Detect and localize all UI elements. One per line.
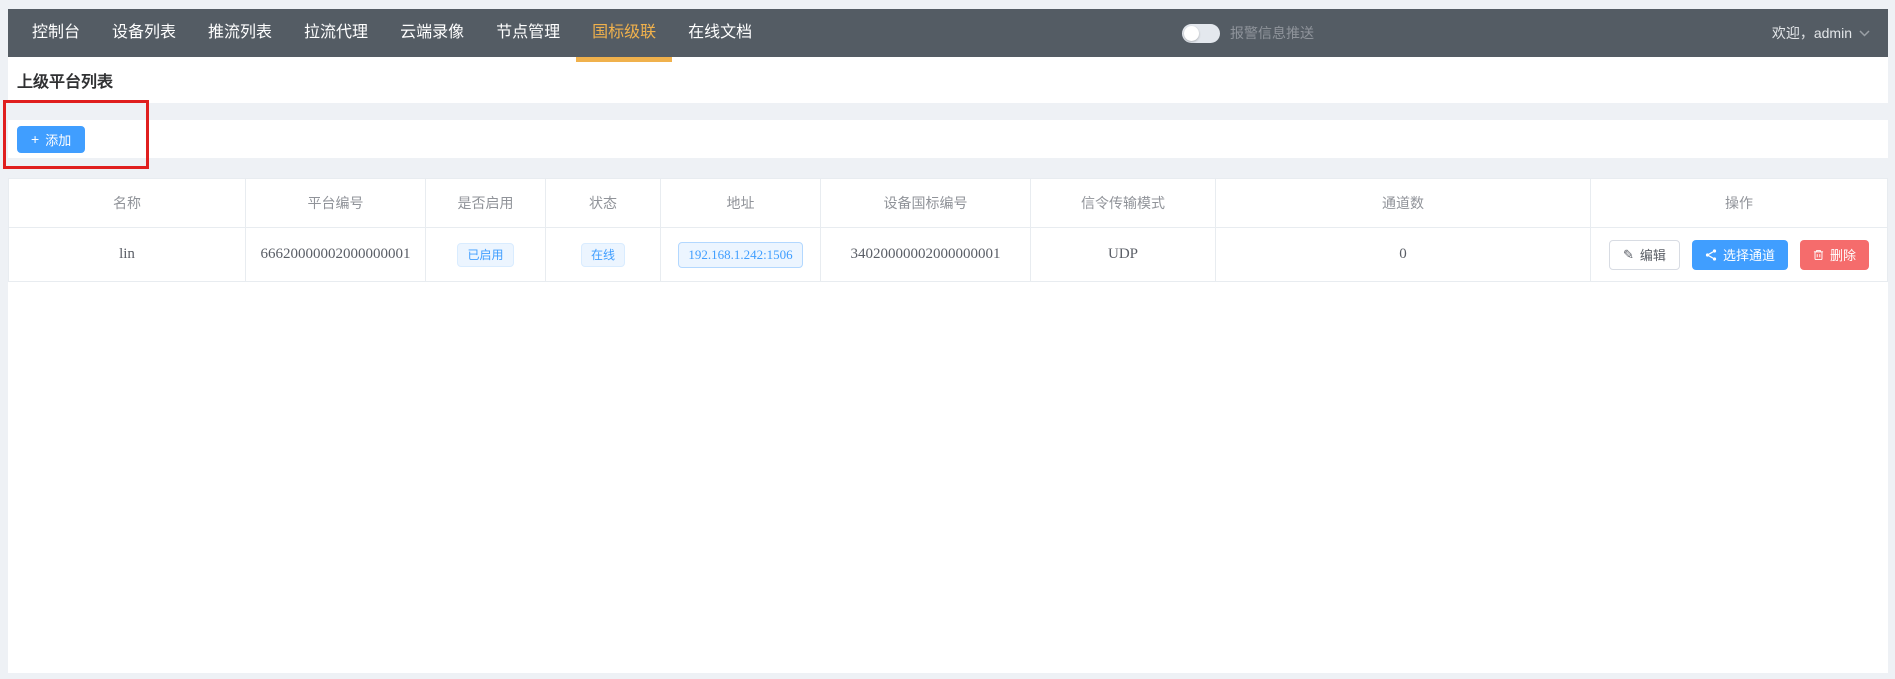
active-tab-underline	[576, 57, 672, 62]
address-tag[interactable]: 192.168.1.242:1506	[678, 242, 802, 268]
title-bar: 上级平台列表	[8, 57, 1888, 103]
cell-platform-id: 66620000002000000001	[246, 228, 426, 281]
cell-transport: UDP	[1031, 228, 1216, 281]
top-navbar: 控制台 设备列表 推流列表 拉流代理 云端录像 节点管理 国标级联 在线文档 报…	[8, 9, 1888, 57]
col-header-gb-id: 设备国标编号	[821, 179, 1031, 227]
alarm-push-toggle[interactable]	[1182, 24, 1220, 43]
cell-name: lin	[9, 228, 246, 281]
col-header-platform-id: 平台编号	[246, 179, 426, 227]
alarm-push-label: 报警信息推送	[1230, 23, 1314, 43]
chevron-down-icon	[1859, 30, 1870, 37]
share-icon	[1705, 249, 1717, 261]
platform-table: 名称 平台编号 是否启用 状态 地址 设备国标编号 信令传输模式 通道数 操作 …	[8, 178, 1888, 282]
col-header-channels: 通道数	[1216, 179, 1591, 227]
page-title: 上级平台列表	[17, 68, 113, 92]
trash-icon	[1813, 249, 1824, 261]
edit-button-label: 编辑	[1640, 245, 1666, 264]
alarm-push-cluster: 报警信息推送	[1182, 9, 1314, 57]
app-page: 控制台 设备列表 推流列表 拉流代理 云端录像 节点管理 国标级联 在线文档 报…	[0, 0, 1895, 679]
enabled-tag: 已启用	[457, 243, 513, 267]
toggle-knob	[1184, 26, 1199, 41]
edit-button[interactable]: ✎ 编辑	[1609, 240, 1680, 270]
col-header-actions: 操作	[1591, 179, 1887, 227]
nav-tab-console[interactable]: 控制台	[16, 9, 96, 57]
pencil-icon: ✎	[1623, 248, 1634, 261]
cell-actions: ✎ 编辑	[1591, 228, 1887, 281]
plus-icon: +	[31, 132, 39, 146]
nav-tab-node-manage[interactable]: 节点管理	[480, 9, 576, 57]
col-header-transport: 信令传输模式	[1031, 179, 1216, 227]
cell-gb-id: 34020000002000000001	[821, 228, 1031, 281]
col-header-address: 地址	[661, 179, 821, 227]
nav-tab-online-docs[interactable]: 在线文档	[672, 9, 768, 57]
status-tag: 在线	[581, 243, 625, 267]
add-button-label: 添加	[45, 130, 71, 149]
toolbar: + 添加	[8, 120, 1888, 158]
nav-tab-device-list[interactable]: 设备列表	[96, 9, 192, 57]
action-buttons: ✎ 编辑	[1591, 240, 1887, 270]
cell-channels: 0	[1216, 228, 1591, 281]
nav-tab-cloud-record[interactable]: 云端录像	[384, 9, 480, 57]
cell-address: 192.168.1.242:1506	[661, 228, 821, 281]
col-header-name: 名称	[9, 179, 246, 227]
select-channel-button[interactable]: 选择通道	[1692, 240, 1788, 270]
cell-enabled: 已启用	[426, 228, 546, 281]
delete-button[interactable]: 删除	[1800, 240, 1869, 270]
table-row: lin 66620000002000000001 已启用 在线 192.168.…	[9, 227, 1887, 281]
user-menu[interactable]: 欢迎，admin	[1772, 9, 1870, 57]
nav-tab-gb-cascade[interactable]: 国标级联	[576, 9, 672, 57]
select-channel-label: 选择通道	[1723, 245, 1775, 264]
nav-tab-push-list[interactable]: 推流列表	[192, 9, 288, 57]
platform-table-card: 名称 平台编号 是否启用 状态 地址 设备国标编号 信令传输模式 通道数 操作 …	[8, 178, 1888, 673]
nav-tab-pull-proxy[interactable]: 拉流代理	[288, 9, 384, 57]
col-header-enabled: 是否启用	[426, 179, 546, 227]
welcome-text: 欢迎，admin	[1772, 23, 1852, 43]
cell-status: 在线	[546, 228, 661, 281]
add-button[interactable]: + 添加	[17, 126, 85, 153]
col-header-status: 状态	[546, 179, 661, 227]
nav-tabs: 控制台 设备列表 推流列表 拉流代理 云端录像 节点管理 国标级联 在线文档	[8, 9, 768, 57]
delete-button-label: 删除	[1830, 245, 1856, 264]
table-header-row: 名称 平台编号 是否启用 状态 地址 设备国标编号 信令传输模式 通道数 操作	[9, 179, 1887, 227]
